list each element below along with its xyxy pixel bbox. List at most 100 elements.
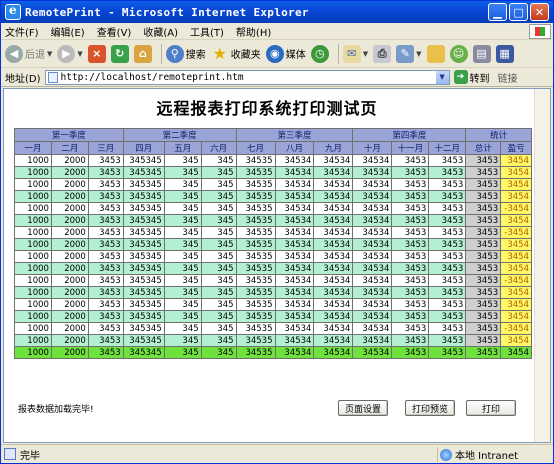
media-button[interactable]: ◉ 媒体 [265,43,306,65]
mail-button[interactable]: ✉ ▼ [342,43,368,65]
month-header: 六月 [200,141,237,155]
favorites-button[interactable]: ★ 收藏夹 [211,43,261,65]
table-cell: 345345 [122,166,165,179]
menu-help[interactable]: 帮助(H) [236,24,271,39]
table-cell: 3453 [428,202,467,215]
table-cell: 34534 [313,202,354,215]
history-button[interactable]: ◷ [310,43,329,65]
title-bar: RemotePrint - Microsoft Internet Explore… [1,1,553,23]
table-cell: 345 [163,190,202,203]
table-cell: 345 [200,214,237,227]
table-cell: 3454 [500,286,532,299]
table-cell: 345345 [122,322,165,335]
total-cell: 2000 [50,346,89,359]
close-button[interactable]: ✕ [530,3,549,21]
table-cell: 1000 [14,334,52,347]
menu-view[interactable]: 查看(V) [97,24,132,39]
table-cell: 2000 [50,238,89,251]
search-button[interactable]: ⚲ 搜索 [165,43,206,65]
month-header: 九月 [313,141,354,155]
month-header: 一月 [14,141,52,155]
messenger-icon: ☺ [449,44,468,63]
stop-button[interactable]: × [87,43,106,65]
table-cell: 2000 [50,310,89,323]
table-cell: 34534 [352,322,393,335]
table-cell: 1000 [14,298,52,311]
menu-favorites[interactable]: 收藏(A) [143,24,178,39]
table-cell: 34535 [235,190,276,203]
print-toolbar-button[interactable]: ⎙ [373,43,392,65]
refresh-button[interactable]: ↻ [110,43,129,65]
messenger-button[interactable]: ☺ [449,43,468,65]
table-cell: 345345 [122,178,165,191]
table-cell: 34534 [313,178,354,191]
links-button[interactable]: 链接 [498,70,518,85]
minimize-button[interactable]: ▁ [488,3,507,21]
table-cell: -3454 [500,274,532,287]
table-row: 1000 2000 3453 345345 345 345 34535 34534 34534 3… [14,190,532,203]
table-cell: 345 [163,214,202,227]
table-cell: 34534 [274,310,315,323]
address-input[interactable]: http://localhost/remoteprint.htm ▼ [44,69,450,85]
table-cell: 3453 [391,202,430,215]
print-button[interactable]: 打印 [466,400,516,416]
table-cell: 3453 [428,154,467,167]
table-cell: 1000 [14,250,52,263]
home-button[interactable]: ⌂ [133,43,152,65]
back-dropdown-icon[interactable]: ▼ [47,50,52,58]
media-label: 媒体 [285,50,306,61]
table-row: 1000 2000 3453 345345 345 345 34535 34534 34534 3… [14,322,532,335]
mail-dropdown-icon[interactable]: ▼ [363,50,368,58]
table-cell: 345 [200,262,237,275]
table-cell: 34535 [235,286,276,299]
page-setup-button[interactable]: 页面设置 [338,400,388,416]
table-cell: 3453 [391,274,430,287]
folder-button[interactable] [426,43,445,65]
table-cell: 345 [163,178,202,191]
maximize-button[interactable]: □ [509,3,528,21]
edit-button[interactable]: ✎ ▼ [396,43,422,65]
report-body: 1000 2000 3453 345345 345 345 34535 34534 34534 3… [14,154,532,359]
table-cell: 2000 [50,262,89,275]
table-cell: 345 [163,298,202,311]
forward-dropdown-icon[interactable]: ▼ [77,50,82,58]
menu-file[interactable]: 文件(F) [5,24,39,39]
back-button[interactable]: ◀ 后退 ▼ [5,43,52,65]
table-cell: 1000 [14,310,52,323]
ie-app-icon [5,3,21,20]
window-controls: ▁ □ ✕ [488,3,549,21]
table-cell: 345345 [122,226,165,239]
table-cell: 345 [163,202,202,215]
table-cell: 345 [163,310,202,323]
table-cell: 345 [200,334,237,347]
table-row: 1000 2000 3453 345345 345 345 34535 34534 34534 3… [14,202,532,215]
table-cell: 3453 [87,334,124,347]
table-cell: 34534 [313,274,354,287]
print-preview-button[interactable]: 打印预览 [405,400,455,416]
edit-dropdown-icon[interactable]: ▼ [416,50,421,58]
quarter-header: 第四季度 [352,128,467,142]
toolbar: ◀ 后退 ▼ ▶ ▼ × ↻ ⌂ ⚲ 搜索 ★ 收藏夹 ◉ 媒体 ◷ ✉ ▼ ⎙… [1,40,553,68]
table-cell: 3453 [87,322,124,335]
total-cell: 34534 [313,346,354,359]
table-cell: -3454 [500,202,532,215]
vertical-scrollbar[interactable] [534,89,550,442]
discuss-button[interactable]: ▦ [495,43,514,65]
research-button[interactable]: ▤ [472,43,491,65]
home-icon: ⌂ [133,44,152,63]
table-cell: 34534 [274,214,315,227]
table-cell: 3453 [465,250,502,263]
menu-tools[interactable]: 工具(T) [190,24,224,39]
mail-icon: ✉ [342,44,361,63]
total-cell: 3454 [500,346,532,359]
go-button[interactable]: ➔ 转到 [453,70,490,85]
table-cell: 345345 [122,154,165,167]
table-cell: 345 [163,286,202,299]
menu-edit[interactable]: 编辑(E) [51,24,85,39]
table-cell: 3453 [465,214,502,227]
table-cell: 1000 [14,238,52,251]
table-cell: 34534 [313,238,354,251]
address-dropdown-icon[interactable]: ▼ [435,70,449,84]
page-done-icon [4,448,16,460]
forward-button[interactable]: ▶ ▼ [57,43,83,65]
